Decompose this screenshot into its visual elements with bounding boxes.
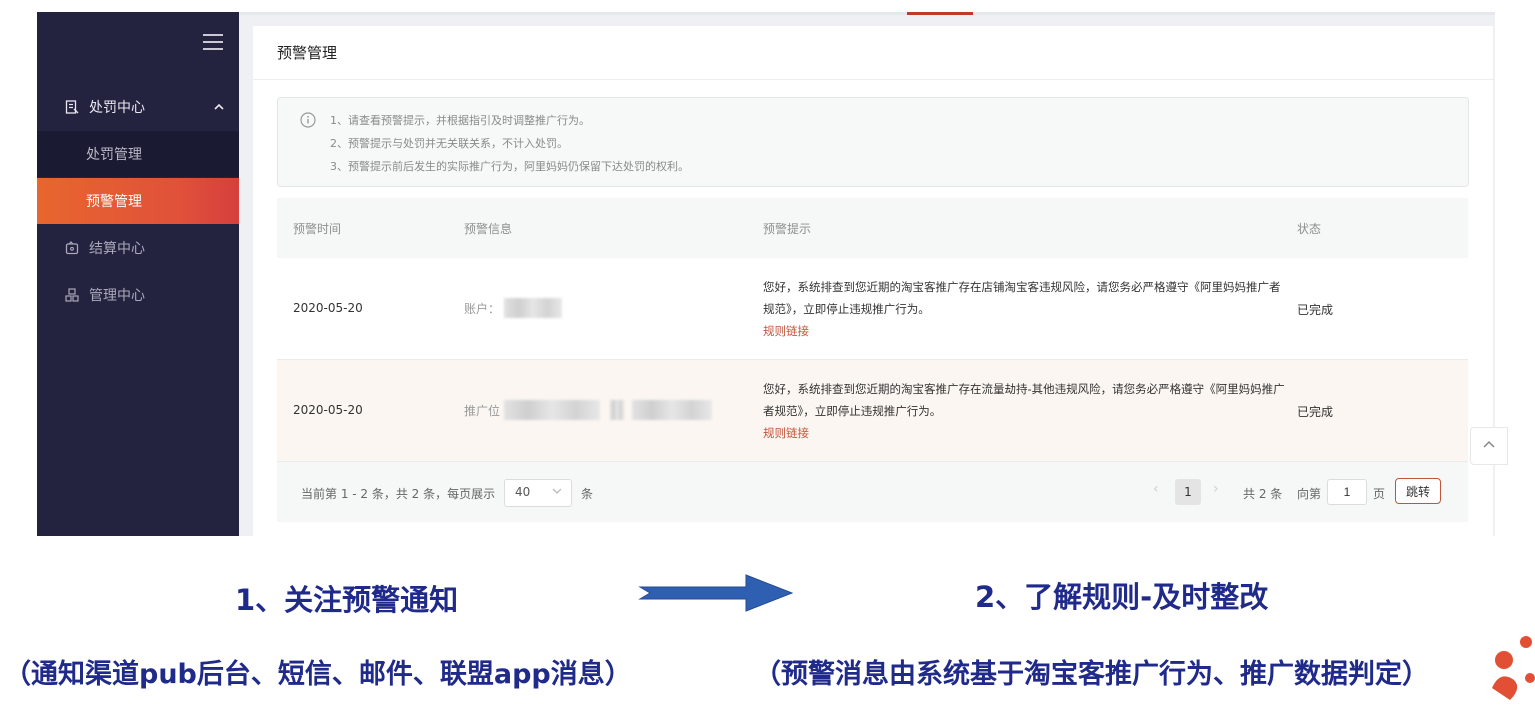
chevron-up-icon	[1482, 437, 1496, 456]
page-title: 预警管理	[277, 44, 338, 62]
pagination-total: 共 2 条	[1243, 487, 1283, 501]
rule-link[interactable]: 规则链接	[763, 320, 1288, 342]
warning-info-label: 账户：	[464, 301, 501, 316]
notice-line: 2、预警提示与处罚并无关联关系，不计入处罚。	[330, 137, 568, 150]
column-header-info: 预警信息	[464, 222, 513, 236]
sidebar-item-label: 处罚管理	[86, 147, 142, 163]
notice-box: 1、请查看预警提示，并根据指引及时调整推广行为。 2、预警提示与处罚并无关联关系…	[277, 97, 1469, 187]
column-header-status: 状态	[1297, 222, 1322, 236]
step-one-subcaption: （通知渠道pub后台、短信、邮件、联盟app消息）	[4, 659, 632, 690]
redacted-value	[504, 400, 601, 420]
warning-info: 推广位	[464, 400, 713, 420]
sidebar-group-label: 处罚中心	[89, 100, 145, 116]
chevron-up-icon	[213, 98, 225, 117]
top-border	[37, 12, 1495, 15]
sidebar-group-punish-center[interactable]: 处罚中心	[37, 84, 239, 130]
page-number-current[interactable]: 1	[1175, 479, 1201, 505]
goto-prefix: 向第	[1297, 487, 1322, 501]
step-two-caption: 2、了解规则-及时整改	[975, 580, 1269, 614]
status-text: 已完成	[1297, 303, 1334, 317]
decorative-mascot-icon	[1492, 636, 1535, 700]
table-header: 预警时间 预警信息 预警提示 状态	[277, 198, 1468, 258]
warning-tip-text: 您好，系统排查到您近期的淘宝客推广存在店铺淘宝客违规风险，请您务必严格遵守《阿里…	[763, 280, 1281, 316]
page-size-select[interactable]: 40	[504, 479, 572, 507]
pagination-summary: 当前第 1 - 2 条，共 2 条，每页展示	[301, 487, 496, 501]
warning-date: 2020-05-20	[293, 403, 363, 417]
goto-suffix: 页	[1373, 487, 1386, 501]
next-page-icon[interactable]: ›	[1213, 481, 1219, 497]
document-icon	[65, 100, 79, 114]
status-text: 已完成	[1297, 405, 1334, 419]
warning-table: 预警时间 预警信息 预警提示 状态 2020-05-20 账户： 您好，系统排查…	[277, 198, 1468, 522]
page-size-unit: 条	[581, 487, 594, 501]
wallet-icon	[65, 241, 79, 255]
table-row: 2020-05-20 账户： 您好，系统排查到您近期的淘宝客推广存在店铺淘宝客违…	[277, 258, 1468, 360]
hamburger-menu-icon[interactable]	[203, 34, 223, 50]
screenshot-frame: 处罚中心 处罚管理 预警管理 结算中心 管理中心 预警管理 1、请查看预警提示，…	[37, 12, 1495, 536]
pagination: 当前第 1 - 2 条，共 2 条，每页展示 40 条 ‹ 1 › 共 2 条 …	[277, 462, 1468, 522]
sidebar-group-label: 管理中心	[89, 288, 145, 304]
sidebar-item-punish-management[interactable]: 处罚管理	[37, 131, 239, 177]
page-size-value: 40	[515, 485, 531, 499]
goto-page-input[interactable]	[1327, 479, 1367, 505]
sidebar-group-settlement-center[interactable]: 结算中心	[37, 225, 239, 271]
warning-info-label: 推广位	[464, 403, 501, 418]
redacted-value	[610, 400, 625, 420]
group-icon	[65, 288, 79, 302]
warning-tip-text: 您好，系统排查到您近期的淘宝客推广存在流量劫持-其他违规风险，请您务必严格遵守《…	[763, 382, 1285, 418]
chevron-down-icon	[551, 483, 563, 503]
goto-button[interactable]: 跳转	[1395, 478, 1441, 504]
divider	[253, 79, 1493, 80]
step-two-subcaption: （预警消息由系统基于淘宝客推广行为、推广数据判定）	[754, 659, 1429, 690]
warning-tip: 您好，系统排查到您近期的淘宝客推广存在流量劫持-其他违规风险，请您务必严格遵守《…	[763, 378, 1288, 444]
notice-line: 1、请查看预警提示，并根据指引及时调整推广行为。	[330, 114, 590, 127]
redacted-value	[632, 400, 713, 420]
warning-date: 2020-05-20	[293, 301, 363, 315]
redacted-value	[504, 298, 563, 318]
sidebar-item-warning-management[interactable]: 预警管理	[37, 178, 239, 224]
right-arrow-icon	[638, 574, 794, 612]
sidebar-group-management-center[interactable]: 管理中心	[37, 272, 239, 318]
rule-link[interactable]: 规则链接	[763, 422, 1288, 444]
warning-tip: 您好，系统排查到您近期的淘宝客推广存在店铺淘宝客违规风险，请您务必严格遵守《阿里…	[763, 276, 1288, 342]
top-accent-mark	[907, 12, 973, 15]
back-to-top-button[interactable]	[1470, 427, 1508, 465]
sidebar-group-label: 结算中心	[89, 241, 145, 257]
sidebar-item-label: 预警管理	[86, 194, 142, 210]
step-one-caption: 1、关注预警通知	[235, 583, 459, 617]
warning-info: 账户：	[464, 298, 563, 318]
notice-line: 3、预警提示前后发生的实际推广行为，阿里妈妈仍保留下达处罚的权利。	[330, 160, 689, 173]
prev-page-icon[interactable]: ‹	[1153, 481, 1159, 497]
column-header-tip: 预警提示	[763, 222, 812, 236]
info-icon	[300, 112, 316, 132]
content-card: 预警管理 1、请查看预警提示，并根据指引及时调整推广行为。 2、预警提示与处罚并…	[253, 26, 1493, 536]
table-row: 2020-05-20 推广位 您好，系统排查到您近期的淘宝客推广存在流量劫持-其…	[277, 360, 1468, 462]
column-header-time: 预警时间	[293, 222, 342, 236]
sidebar: 处罚中心 处罚管理 预警管理 结算中心 管理中心	[37, 12, 239, 536]
